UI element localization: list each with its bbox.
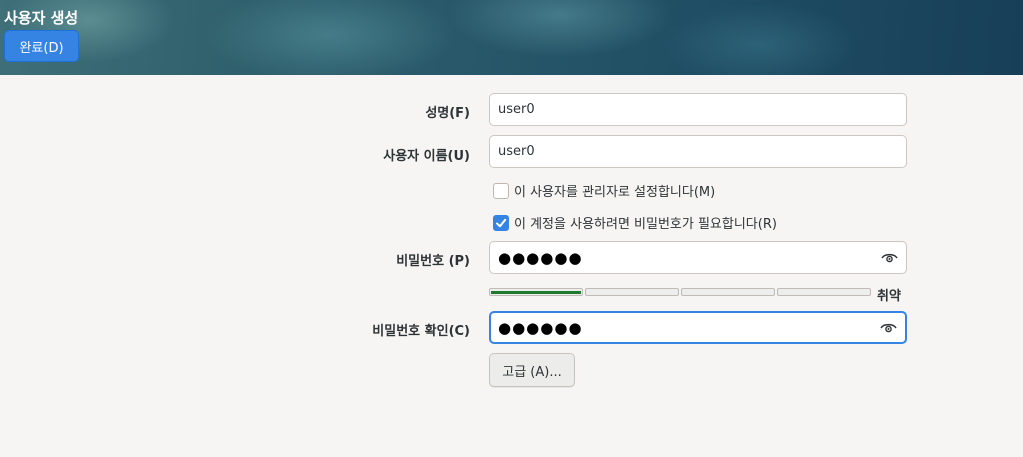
show-confirm-password-icon[interactable]: [880, 322, 897, 334]
strength-segment: [681, 288, 775, 296]
admin-checkbox-row[interactable]: 이 사용자를 관리자로 설정합니다(M): [493, 181, 715, 200]
strength-segment: [489, 288, 583, 296]
confirm-password-value: ●●●●●●: [498, 318, 583, 337]
require-password-checkbox-label: 이 계정을 사용하려면 비밀번호가 필요합니다(R): [514, 217, 777, 232]
strength-segment: [777, 288, 871, 296]
header-bar: 사용자 생성 완료(D): [0, 0, 1023, 75]
fullname-label: 성명(F): [425, 106, 470, 121]
username-field[interactable]: user0: [489, 135, 907, 168]
password-strength-text: 취약: [877, 289, 901, 304]
password-label: 비밀번호 (P): [396, 254, 470, 269]
checkmark-icon: [496, 218, 507, 227]
fullname-value: user0: [498, 102, 535, 117]
admin-checkbox-label: 이 사용자를 관리자로 설정합니다(M): [514, 185, 716, 200]
password-value: ●●●●●●: [498, 248, 583, 267]
admin-checkbox[interactable]: [493, 182, 509, 199]
show-password-icon[interactable]: [881, 252, 898, 264]
page-title: 사용자 생성: [4, 9, 79, 27]
require-password-checkbox[interactable]: [493, 214, 509, 231]
password-strength-bar: [489, 288, 871, 296]
username-label: 사용자 이름(U): [383, 149, 470, 164]
strength-segment: [585, 288, 679, 296]
confirm-password-label: 비밀번호 확인(C): [372, 324, 470, 339]
username-value: user0: [498, 144, 535, 159]
advanced-button[interactable]: 고급 (A)...: [489, 353, 575, 387]
password-field[interactable]: ●●●●●●: [489, 241, 907, 274]
require-password-checkbox-row[interactable]: 이 계정을 사용하려면 비밀번호가 필요합니다(R): [493, 213, 777, 232]
confirm-password-field[interactable]: ●●●●●●: [489, 311, 907, 344]
done-button[interactable]: 완료(D): [4, 30, 79, 62]
fullname-field[interactable]: user0: [489, 93, 907, 126]
